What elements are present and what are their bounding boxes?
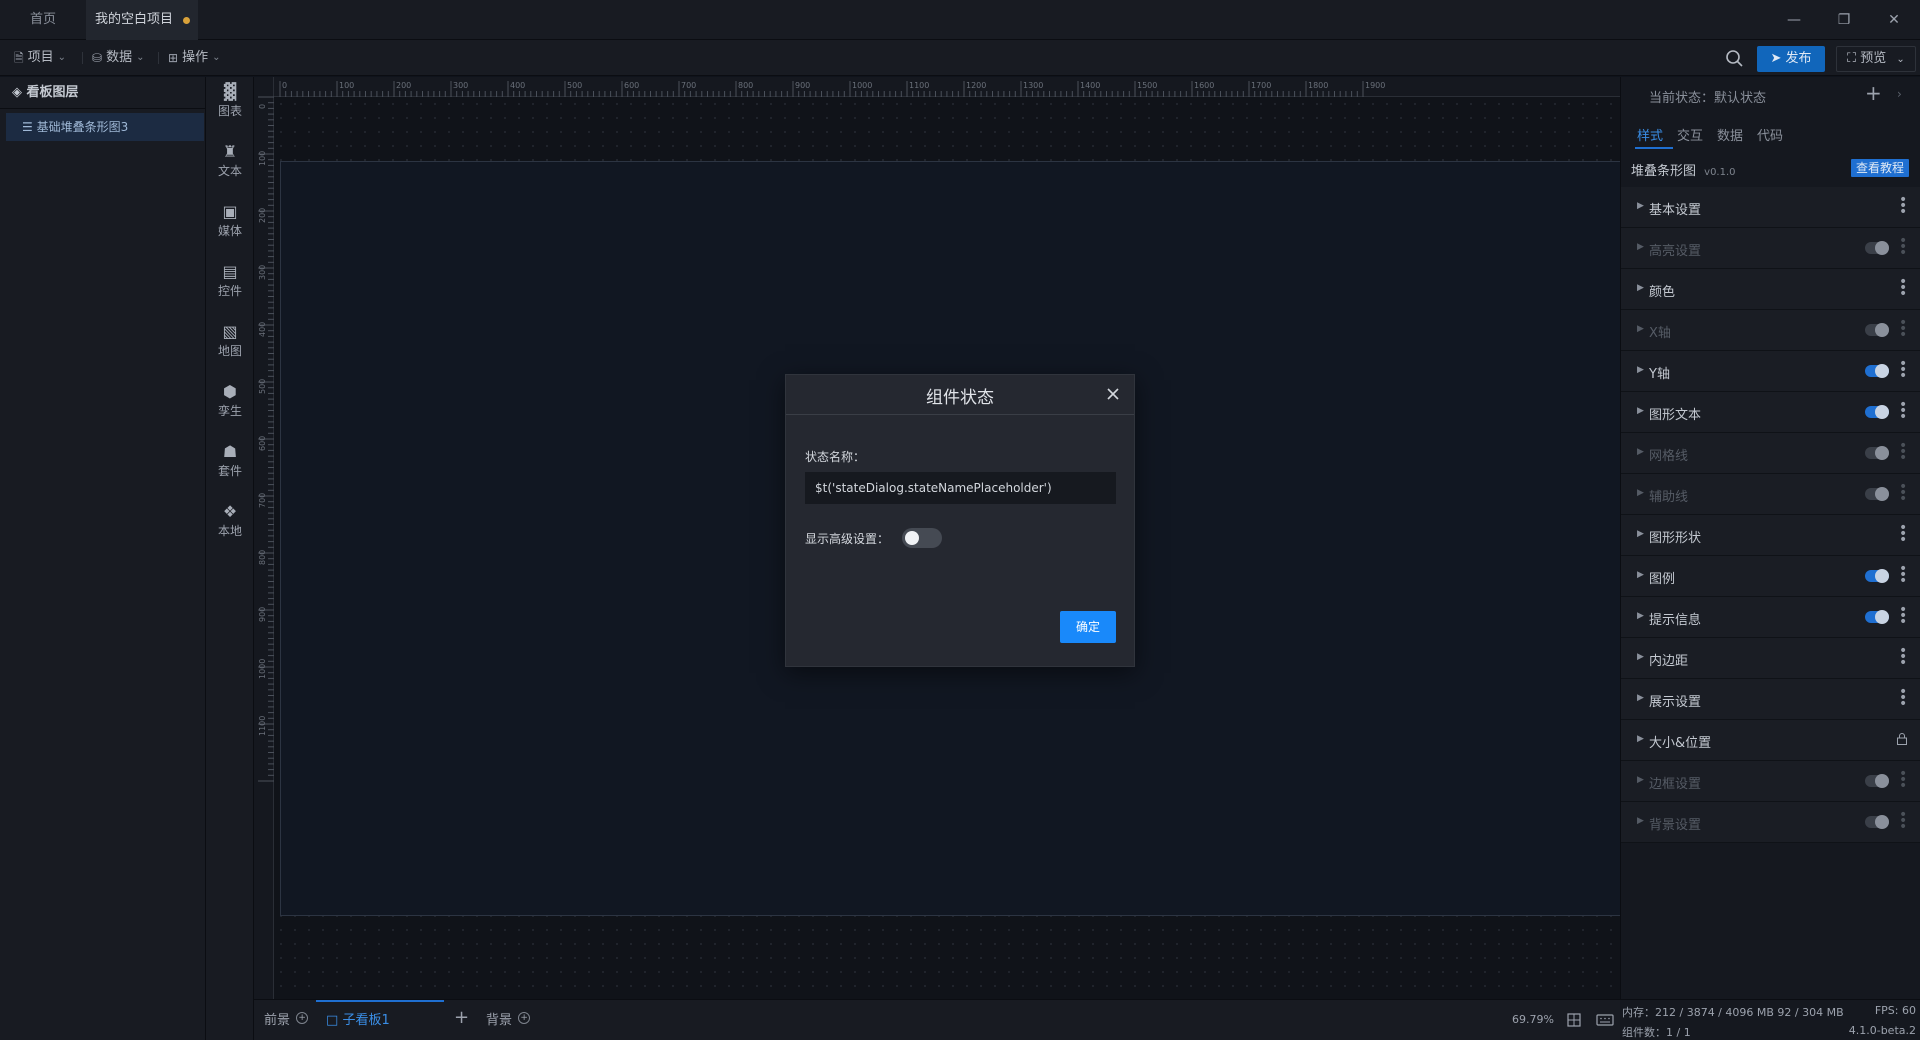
advanced-settings-label: 显示高级设置： [805,532,890,546]
close-icon[interactable] [1102,383,1124,405]
dialog-header: 组件状态 [786,375,1134,415]
confirm-button[interactable]: 确定 [1060,611,1116,643]
modal-overlay: 组件状态 状态名称： 显示高级设置： 确定 [0,0,1920,1040]
state-name-label: 状态名称： [805,450,866,464]
dialog-title: 组件状态 [926,388,994,408]
state-dialog: 组件状态 状态名称： 显示高级设置： 确定 [785,374,1135,667]
advanced-settings-toggle[interactable] [902,528,942,548]
toggle-knob [905,531,919,545]
state-name-input[interactable] [805,472,1116,504]
